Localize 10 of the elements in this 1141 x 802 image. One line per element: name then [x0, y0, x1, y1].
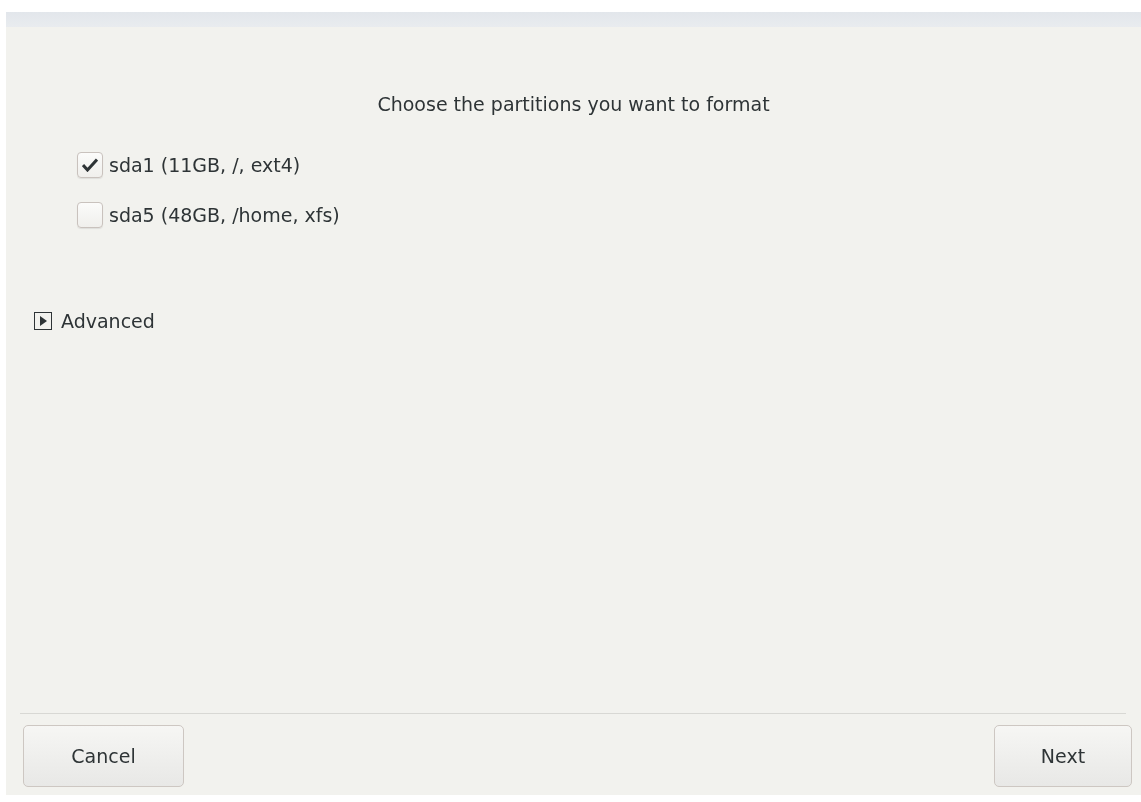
checkbox-label[interactable]: sda5 (48GB, /home, xfs): [109, 204, 340, 226]
expander-icon: [34, 312, 52, 330]
next-button[interactable]: Next: [994, 725, 1132, 787]
checkbox[interactable]: [77, 152, 103, 178]
cancel-button[interactable]: Cancel: [23, 725, 184, 787]
advanced-expander[interactable]: Advanced: [34, 310, 155, 332]
checkbox-label[interactable]: sda1 (11GB, /, ext4): [109, 154, 301, 176]
checkbox[interactable]: [77, 202, 103, 228]
check-icon: [82, 158, 98, 172]
prompt-text: Choose the partitions you want to format: [376, 93, 771, 115]
